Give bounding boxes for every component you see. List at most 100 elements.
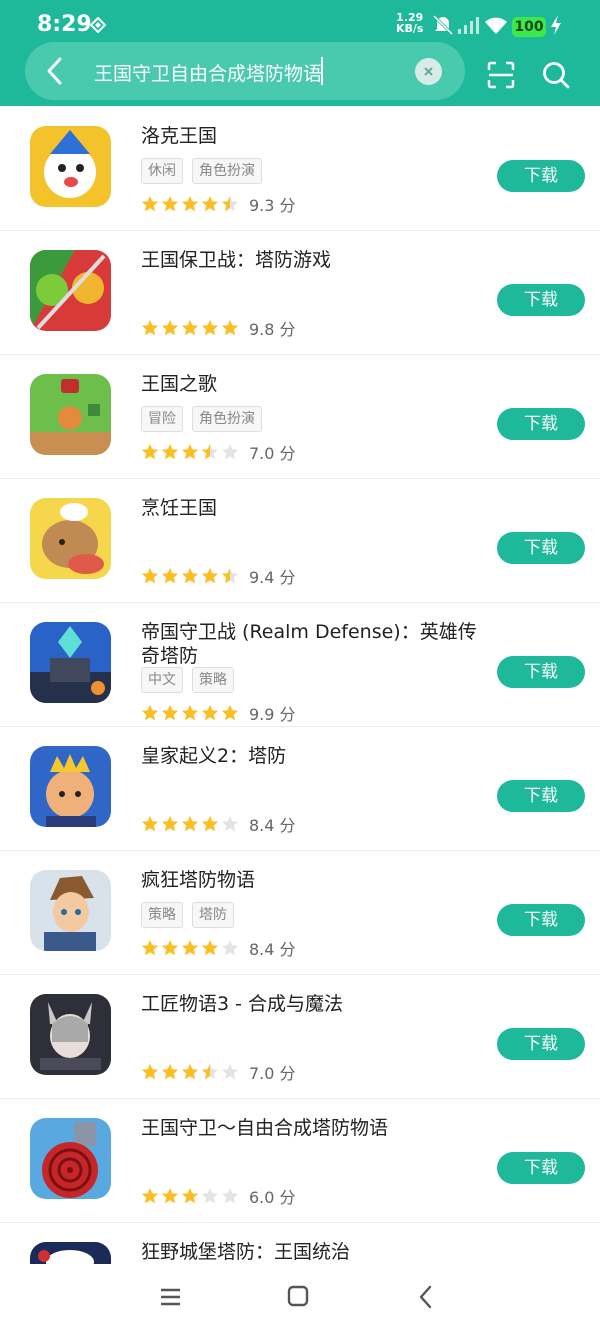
- star-empty-icon: [222, 1188, 238, 1204]
- tag: 角色扮演: [192, 158, 262, 184]
- app-title[interactable]: 王国保卫战：塔防游戏: [141, 248, 481, 272]
- star-empty-icon: [222, 940, 238, 956]
- download-button[interactable]: 下载: [497, 532, 585, 564]
- rating: 8.4 分: [141, 812, 296, 835]
- app-title[interactable]: 皇家起义2：塔防: [141, 744, 481, 768]
- result-item[interactable]: 王国守卫～自由合成塔防物语 6.0 分 下载: [0, 1098, 600, 1223]
- back-icon[interactable]: [411, 1282, 441, 1312]
- result-item[interactable]: 皇家起义2：塔防 8.4 分 下载: [0, 726, 600, 851]
- star-full-icon: [202, 568, 218, 584]
- star-full-icon: [162, 568, 178, 584]
- tag-list: 策略 塔防: [141, 902, 243, 928]
- search-icon[interactable]: [541, 60, 571, 90]
- rating-score: 9.4 分: [249, 568, 296, 587]
- rating: 9.9 分: [141, 701, 296, 724]
- star-half-icon: [222, 568, 238, 584]
- tag: 角色扮演: [192, 406, 262, 432]
- app-icon[interactable]: [30, 746, 111, 827]
- app-title[interactable]: 洛克王国: [141, 124, 481, 148]
- network-speed-unit: KB/s: [396, 22, 424, 35]
- star-full-icon: [162, 816, 178, 832]
- star-full-icon: [182, 705, 198, 721]
- download-button[interactable]: 下载: [497, 284, 585, 316]
- star-full-icon: [142, 320, 158, 336]
- star-full-icon: [202, 196, 218, 212]
- menu-icon[interactable]: [155, 1282, 185, 1312]
- star-full-icon: [142, 444, 158, 460]
- cellular-signal-icon: [458, 17, 479, 34]
- star-full-icon: [162, 444, 178, 460]
- star-full-icon: [162, 196, 178, 212]
- system-navigation-bar: [0, 1264, 600, 1333]
- download-button[interactable]: 下载: [497, 408, 585, 440]
- star-full-icon: [142, 1188, 158, 1204]
- result-item[interactable]: 烹饪王国 9.4 分 下载: [0, 478, 600, 603]
- rating: 8.4 分: [141, 936, 296, 959]
- app-icon[interactable]: [30, 374, 111, 455]
- star-full-icon: [182, 196, 198, 212]
- star-full-icon: [202, 320, 218, 336]
- clear-icon[interactable]: [415, 58, 442, 85]
- app-icon[interactable]: [30, 1118, 111, 1199]
- app-icon[interactable]: [30, 498, 111, 579]
- status-bar: 8:29 1.29 KB/s 100: [0, 0, 600, 44]
- app-icon[interactable]: [30, 622, 111, 703]
- star-full-icon: [222, 320, 238, 336]
- app-title[interactable]: 疯狂塔防物语: [141, 868, 481, 892]
- battery-level: 100: [512, 17, 546, 37]
- result-item[interactable]: 王国保卫战：塔防游戏 9.8 分 下载: [0, 230, 600, 355]
- star-full-icon: [222, 705, 238, 721]
- home-icon[interactable]: [283, 1282, 313, 1312]
- app-icon[interactable]: [30, 1242, 111, 1264]
- app-title[interactable]: 烹饪王国: [141, 496, 481, 520]
- download-button[interactable]: 下载: [497, 1028, 585, 1060]
- download-button[interactable]: 下载: [497, 780, 585, 812]
- rating: 7.0 分: [141, 1060, 296, 1083]
- app-icon[interactable]: [30, 870, 111, 951]
- star-full-icon: [162, 940, 178, 956]
- tag: 休闲: [141, 158, 183, 184]
- app-icon[interactable]: [30, 994, 111, 1075]
- app-title[interactable]: 狂野城堡塔防：王国统治: [141, 1240, 481, 1264]
- result-item[interactable]: 王国之歌 冒险 角色扮演 7.0 分 下载: [0, 354, 600, 479]
- result-item[interactable]: 工匠物语3 - 合成与魔法 7.0 分 下载: [0, 974, 600, 1099]
- result-item[interactable]: 洛克王国 休闲 角色扮演 9.3 分 下载: [0, 106, 600, 231]
- tag-list: 休闲 角色扮演: [141, 158, 271, 184]
- search-input[interactable]: 王国守卫自由合成塔防物语: [94, 59, 322, 86]
- app-title[interactable]: 帝国守卫战 (Realm Defense)：英雄传奇塔防: [141, 620, 481, 668]
- app-title[interactable]: 王国守卫～自由合成塔防物语: [141, 1116, 481, 1140]
- tag: 策略: [141, 902, 183, 928]
- app-icon[interactable]: [30, 250, 111, 331]
- star-half-icon: [202, 444, 218, 460]
- scan-icon[interactable]: [486, 60, 516, 90]
- star-full-icon: [182, 1064, 198, 1080]
- download-button[interactable]: 下载: [497, 904, 585, 936]
- star-full-icon: [202, 705, 218, 721]
- app-icon[interactable]: [30, 126, 111, 207]
- star-full-icon: [202, 816, 218, 832]
- star-full-icon: [162, 1064, 178, 1080]
- app-title[interactable]: 王国之歌: [141, 372, 481, 396]
- rating: 7.0 分: [141, 440, 296, 463]
- download-button[interactable]: 下载: [497, 160, 585, 192]
- app-title[interactable]: 工匠物语3 - 合成与魔法: [141, 992, 481, 1016]
- star-full-icon: [182, 568, 198, 584]
- wifi-icon: [485, 17, 507, 34]
- search-results-list[interactable]: 洛克王国 休闲 角色扮演 9.3 分 下载 王国保卫战：塔防游戏 9.8 分 下载…: [0, 106, 600, 1264]
- rating: 9.3 分: [141, 192, 296, 215]
- tag: 塔防: [192, 902, 234, 928]
- download-button[interactable]: 下载: [497, 656, 585, 688]
- download-button[interactable]: 下载: [497, 1152, 585, 1184]
- back-arrow-icon[interactable]: [40, 54, 70, 88]
- rating-score: 6.0 分: [249, 1188, 296, 1207]
- result-item[interactable]: 狂野城堡塔防：王国统治: [0, 1222, 600, 1264]
- star-full-icon: [162, 320, 178, 336]
- app-notification-icon: [90, 17, 106, 33]
- star-full-icon: [142, 705, 158, 721]
- result-item[interactable]: 疯狂塔防物语 策略 塔防 8.4 分 下载: [0, 850, 600, 975]
- status-time: 8:29: [37, 12, 92, 37]
- star-full-icon: [182, 444, 198, 460]
- result-item[interactable]: 帝国守卫战 (Realm Defense)：英雄传奇塔防 中文 策略 9.9 分 …: [0, 602, 600, 727]
- rating-score: 9.3 分: [249, 196, 296, 215]
- rating-score: 9.8 分: [249, 320, 296, 339]
